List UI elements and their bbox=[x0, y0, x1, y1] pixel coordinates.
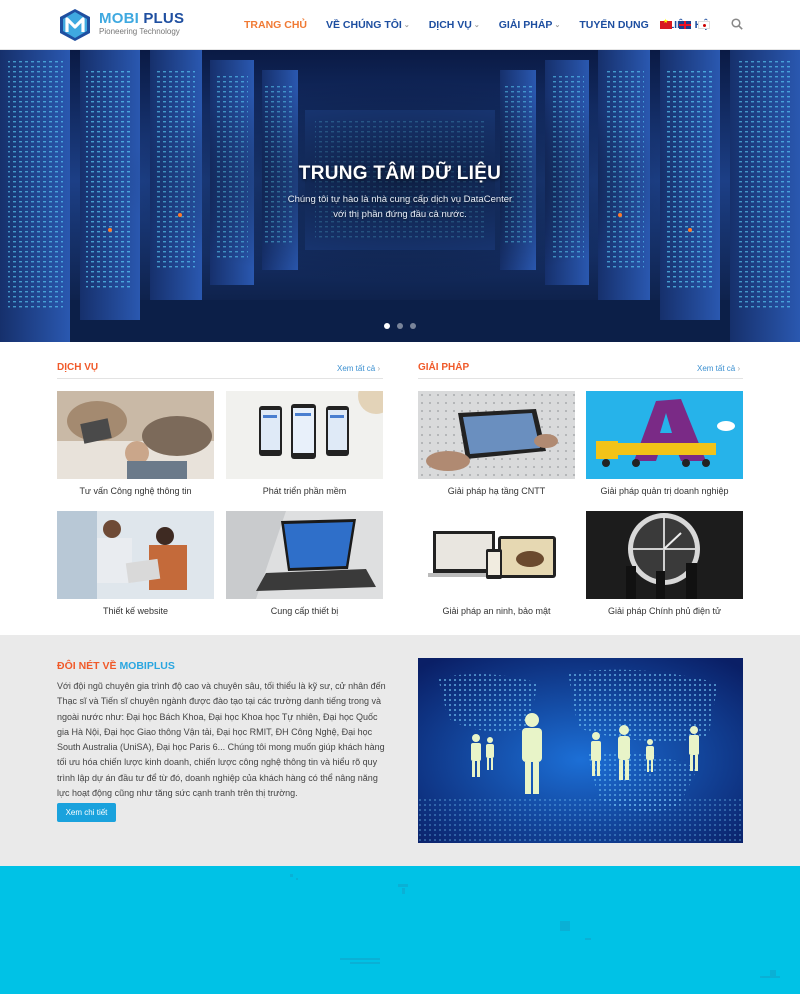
footer-banner bbox=[0, 866, 800, 994]
chevron-right-icon: › bbox=[377, 364, 381, 373]
chevron-down-icon: ⌄ bbox=[403, 22, 410, 29]
nav-item-label: DỊCH VỤ bbox=[428, 19, 472, 31]
chevron-right-icon: › bbox=[737, 364, 741, 373]
footer-banner-decoration bbox=[290, 874, 780, 978]
hero-slider[interactable]: TRUNG TÂM DỮ LIỆU Chúng tôi tự hào là nh… bbox=[0, 50, 800, 342]
about-title: ĐÔI NÉT VỀ MOBIPLUS bbox=[57, 660, 175, 672]
solution-card[interactable]: Giải pháp Chính phủ điện tử bbox=[586, 511, 743, 616]
site-header: MOBI PLUS Pioneering Technology TRANG CH… bbox=[0, 0, 800, 50]
brand-tagline: Pioneering Technology bbox=[99, 27, 180, 36]
slider-dot[interactable] bbox=[397, 323, 403, 329]
solution-caption: Giải pháp hạ tầng CNTT bbox=[447, 486, 546, 496]
uk-flag-icon[interactable] bbox=[679, 21, 691, 29]
nav-item-services[interactable]: DỊCH VỤ ⌄ bbox=[429, 19, 480, 31]
see-all-label: Xem tất cả bbox=[337, 364, 376, 373]
service-card[interactable]: Phát triển phần mềm bbox=[226, 391, 383, 496]
nav-item-about[interactable]: VỀ CHÚNG TÔI ⌄ bbox=[326, 19, 410, 31]
vn-flag-icon[interactable] bbox=[660, 18, 672, 29]
about-image bbox=[418, 658, 743, 843]
see-all-label: Xem tất cả bbox=[697, 364, 736, 373]
service-image-it-consulting bbox=[57, 391, 214, 479]
service-caption: Cung cấp thiết bị bbox=[270, 606, 339, 616]
divider bbox=[418, 378, 743, 379]
service-card[interactable]: Tư vấn Công nghệ thông tin bbox=[57, 391, 214, 496]
solution-card[interactable]: Giải pháp an ninh, bảo mật bbox=[418, 511, 575, 616]
language-switcher bbox=[660, 18, 717, 29]
slider-dot[interactable] bbox=[384, 323, 390, 329]
service-caption: Phát triển phần mềm bbox=[262, 486, 347, 496]
service-card[interactable]: Thiết kế website bbox=[57, 511, 214, 616]
solution-card[interactable]: Giải pháp hạ tầng CNTT bbox=[418, 391, 575, 496]
nav-item-careers[interactable]: TUYỂN DỤNG bbox=[579, 19, 648, 31]
solution-caption: Giải pháp quản trị doanh nghiệp bbox=[600, 486, 729, 496]
services-section-title: DỊCH VỤ bbox=[57, 362, 99, 373]
nav-item-label: VỀ CHÚNG TÔI bbox=[326, 19, 402, 31]
jp-flag-icon[interactable] bbox=[698, 21, 710, 29]
about-title-part2: MOBIPLUS bbox=[119, 660, 175, 672]
solution-image-enterprise bbox=[586, 391, 743, 479]
service-card[interactable]: Cung cấp thiết bị bbox=[226, 511, 383, 616]
solution-caption: Giải pháp Chính phủ điện tử bbox=[607, 606, 722, 616]
slider-dot[interactable] bbox=[410, 323, 416, 329]
nav-item-solutions[interactable]: GIẢI PHÁP ⌄ bbox=[499, 19, 561, 31]
services-see-all-link[interactable]: Xem tất cả › bbox=[337, 364, 380, 373]
solution-card[interactable]: Giải pháp quản trị doanh nghiệp bbox=[586, 391, 743, 496]
hero-subtitle: Chúng tôi tự hào là nhà cung cấp dịch vụ… bbox=[287, 194, 513, 220]
solution-image-infrastructure bbox=[418, 391, 575, 479]
brand-name[interactable]: MOBI PLUS bbox=[99, 10, 184, 27]
nav-item-label: TRANG CHỦ bbox=[244, 19, 307, 31]
solutions-see-all-link[interactable]: Xem tất cả › bbox=[697, 364, 740, 373]
slider-dots bbox=[384, 323, 423, 329]
brand-name-part2: PLUS bbox=[143, 10, 185, 27]
hero-title: TRUNG TÂM DỮ LIỆU bbox=[298, 163, 502, 184]
solution-caption: Giải pháp an ninh, bảo mật bbox=[442, 606, 551, 616]
main-nav: TRANG CHỦ VỀ CHÚNG TÔI ⌄ DỊCH VỤ ⌄ GIẢI PH… bbox=[244, 0, 728, 50]
chevron-down-icon: ⌄ bbox=[554, 22, 561, 29]
brand-name-part1: MOBI bbox=[99, 10, 139, 27]
solution-image-egov bbox=[586, 511, 743, 599]
solutions-section-title: GIẢI PHÁP bbox=[418, 362, 470, 373]
nav-item-home[interactable]: TRANG CHỦ bbox=[244, 19, 307, 31]
service-image-software bbox=[226, 391, 383, 479]
service-image-web-design bbox=[57, 511, 214, 599]
service-image-equipment bbox=[226, 511, 383, 599]
about-text: Với đội ngũ chuyên gia trình độ cao và c… bbox=[57, 681, 386, 799]
search-icon[interactable] bbox=[731, 18, 743, 30]
mobiplus-logo-icon[interactable] bbox=[57, 7, 93, 43]
service-caption: Thiết kế website bbox=[102, 606, 169, 616]
about-section: ĐÔI NÉT VỀ MOBIPLUS Với đội ngũ chuyên g… bbox=[0, 635, 800, 866]
solution-image-security bbox=[418, 511, 575, 599]
service-caption: Tư vấn Công nghệ thông tin bbox=[79, 486, 192, 496]
about-details-button[interactable]: Xem chi tiết bbox=[57, 803, 116, 822]
chevron-down-icon: ⌄ bbox=[473, 22, 480, 29]
nav-item-label: GIẢI PHÁP bbox=[498, 19, 553, 31]
divider bbox=[57, 378, 383, 379]
about-title-part1: ĐÔI NÉT VỀ bbox=[57, 660, 117, 672]
nav-item-label: TUYỂN DỤNG bbox=[579, 19, 649, 31]
